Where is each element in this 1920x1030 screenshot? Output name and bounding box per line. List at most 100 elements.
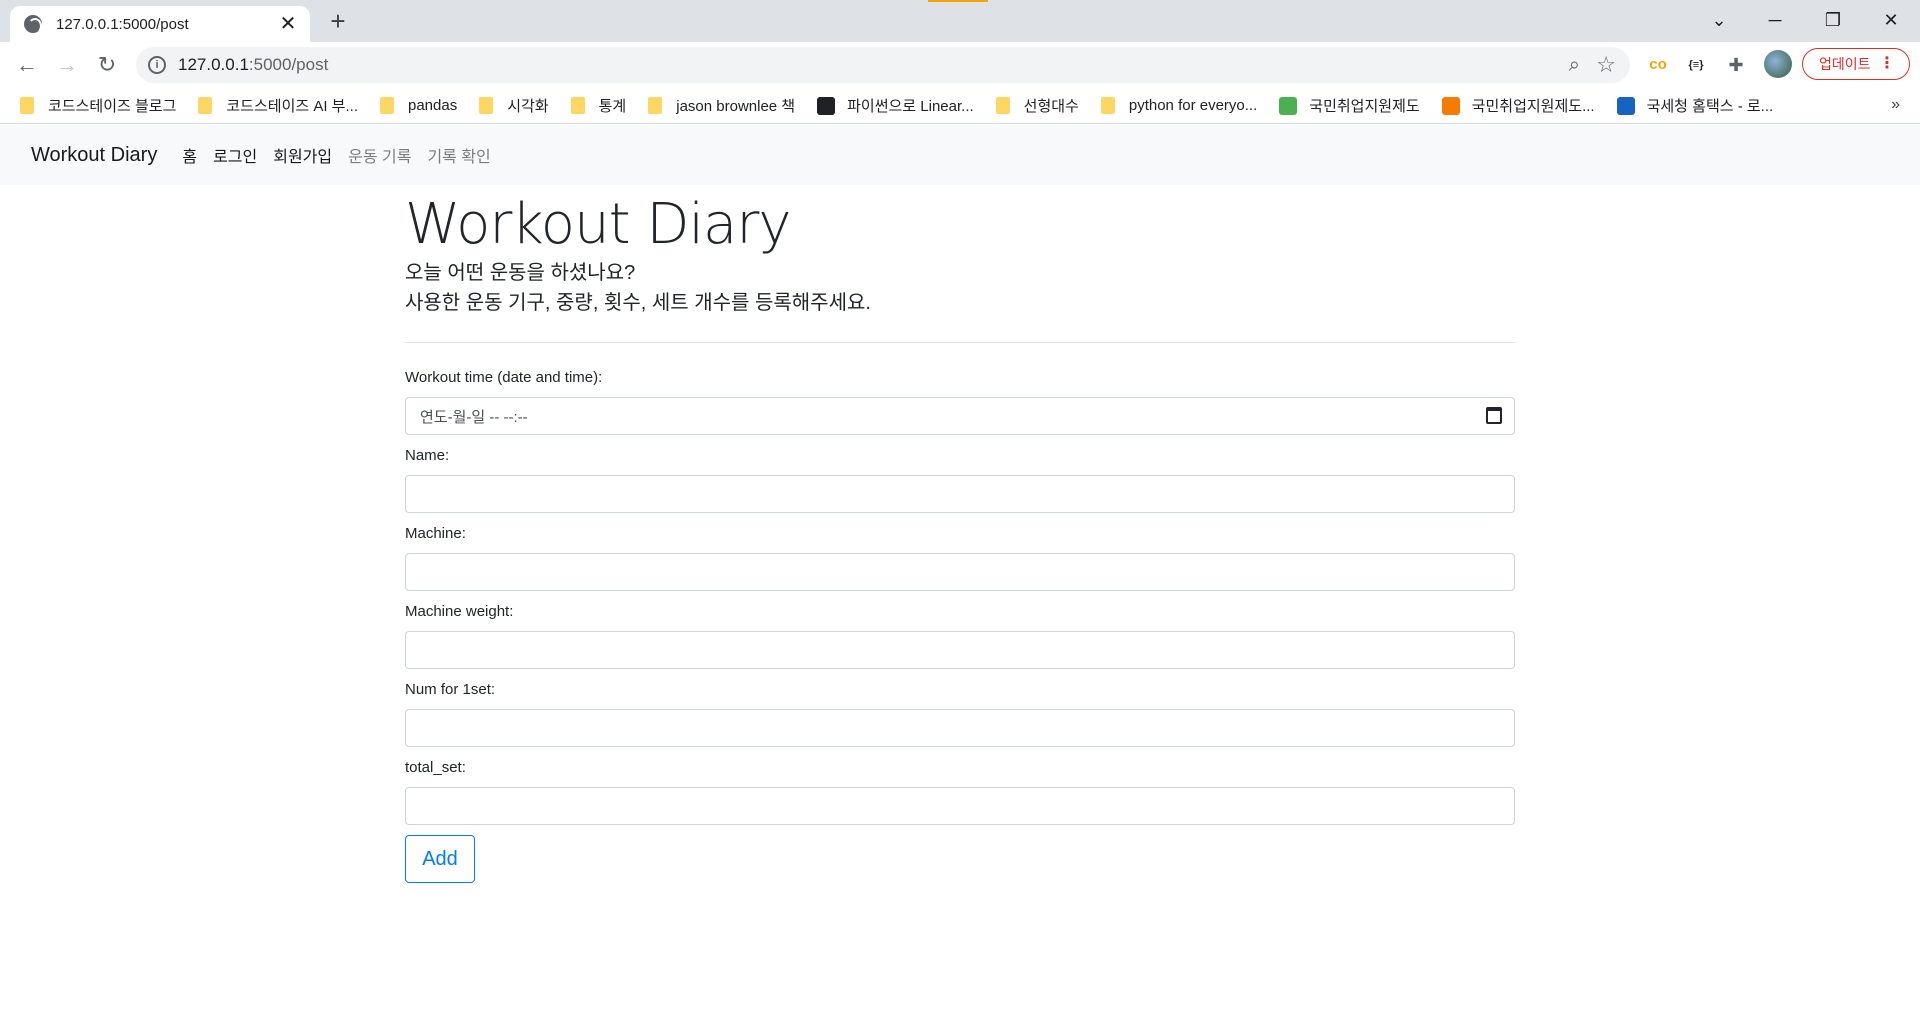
menu-dots-icon: ⋮ xyxy=(1879,55,1895,72)
bookmark-item[interactable]: python for everyo... xyxy=(1100,97,1258,114)
field-label: Machine: xyxy=(405,525,466,543)
main-container: Workout Diary 오늘 어떤 운동을 하셨나요? 사용한 운동 기구,… xyxy=(405,185,1515,884)
bookmarks-bar: 코드스테이즈 블로그 코드스테이즈 AI 부... pandas 시각화 통계 jason… xyxy=(0,88,1920,124)
text-input[interactable] xyxy=(405,787,1515,826)
folder-icon xyxy=(380,97,394,114)
form-group: Machine: xyxy=(405,525,1515,592)
bookmark-item[interactable]: 파이썬으로 Linear... xyxy=(817,95,974,116)
datetime-input[interactable]: 연도-월-일 -- --:-- xyxy=(405,397,1515,436)
colab-extension-icon[interactable]: co xyxy=(1646,54,1670,76)
site-favicon-icon xyxy=(1441,96,1460,115)
field-label: Workout time (date and time): xyxy=(405,369,603,387)
bookmark-item[interactable]: 통계 xyxy=(570,95,627,116)
bookmark-label: 국민취업지원제도... xyxy=(1471,98,1595,115)
field-label: total_set: xyxy=(405,759,466,777)
new-tab-button[interactable]: + xyxy=(324,8,352,36)
bookmark-item[interactable]: 코드스테이즈 AI 부... xyxy=(198,95,358,116)
bookmark-item[interactable]: 코드스테이즈 블로그 xyxy=(20,95,176,116)
bookmark-item[interactable]: jason brownlee 책 xyxy=(648,95,795,116)
folder-icon xyxy=(995,97,1010,114)
bookmark-label: 코드스테이즈 블로그 xyxy=(48,98,177,115)
bookmark-label: 파이썬으로 Linear... xyxy=(847,98,974,115)
bookmarks-more-icon[interactable]: » xyxy=(1891,96,1900,114)
tab-accent-line xyxy=(928,0,988,2)
site-favicon-icon xyxy=(1616,96,1635,115)
input-value: 연도-월-일 -- --:-- xyxy=(420,408,528,426)
nav-link[interactable]: 회원가입 xyxy=(273,143,332,167)
add-button[interactable]: Add xyxy=(405,835,475,884)
browser-tabstrip: 127.0.0.1:5000/post ✕ + ⌄ ─ ❐ ✕ xyxy=(0,0,1920,42)
calendar-icon[interactable] xyxy=(1486,407,1502,425)
bookmark-star-icon[interactable]: ☆ xyxy=(1596,52,1616,78)
nav-link[interactable]: 로그인 xyxy=(213,143,257,167)
nav-link[interactable]: 운동 기록 xyxy=(348,143,411,167)
folder-icon xyxy=(1100,97,1115,114)
update-label: 업데이트 xyxy=(1819,56,1871,72)
browser-toolbar: ← → ↻ i 127.0.0.1:5000/post ⌕ ☆ xyxy=(0,42,1920,88)
minimize-icon[interactable]: ─ xyxy=(1752,6,1798,34)
zoom-icon[interactable]: ⌕ xyxy=(1569,54,1580,77)
bookmark-label: jason brownlee 책 xyxy=(676,98,796,115)
nav-link[interactable]: 기록 확인 xyxy=(427,143,490,167)
field-label: Name: xyxy=(405,447,450,465)
folder-icon xyxy=(20,97,34,114)
profile-avatar[interactable] xyxy=(1764,50,1792,78)
browser-tab[interactable]: 127.0.0.1:5000/post ✕ xyxy=(10,6,310,42)
tab-title: 127.0.0.1:5000/post xyxy=(56,15,189,33)
restore-icon[interactable]: ❐ xyxy=(1810,6,1856,34)
site-favicon-icon xyxy=(817,96,836,115)
nav-link[interactable]: 홈 xyxy=(182,143,197,167)
field-label: Num for 1set: xyxy=(405,681,496,699)
close-icon[interactable]: ✕ xyxy=(278,14,298,34)
form-group: Machine weight: xyxy=(405,603,1515,670)
url-host: 127.0.0.1 xyxy=(178,55,249,74)
form-group: Num for 1set: xyxy=(405,681,1515,748)
site-favicon-icon xyxy=(1279,96,1298,115)
reload-icon[interactable]: ↻ xyxy=(92,50,122,80)
text-input[interactable] xyxy=(405,631,1515,670)
app-navbar: Workout Diary 홈 로그인 회원가입 운동 기록 기록 확인 xyxy=(0,125,1920,185)
bookmark-item[interactable]: 국민취업지원제도... xyxy=(1441,95,1595,116)
globe-icon xyxy=(24,15,42,34)
bookmark-item[interactable]: pandas xyxy=(380,97,457,114)
text-input[interactable] xyxy=(405,475,1515,514)
back-icon[interactable]: ← xyxy=(12,50,42,80)
field-label: Machine weight: xyxy=(405,603,514,621)
navbar-brand[interactable]: Workout Diary xyxy=(31,144,157,167)
bookmark-label: 통계 xyxy=(598,98,627,115)
bookmark-label: 시각화 xyxy=(507,98,549,115)
bookmark-item[interactable]: 시각화 xyxy=(479,95,549,116)
text-input[interactable] xyxy=(405,553,1515,592)
folder-icon xyxy=(198,97,213,114)
tab-search-icon[interactable]: ⌄ xyxy=(1696,6,1742,34)
text-input[interactable] xyxy=(405,709,1515,748)
bookmark-label: pandas xyxy=(408,97,458,114)
form-group: total_set: xyxy=(405,759,1515,826)
bookmark-label: 선형대수 xyxy=(1023,98,1079,115)
bookmark-label: 국민취업지원제도 xyxy=(1309,98,1420,115)
window-close-icon[interactable]: ✕ xyxy=(1868,6,1914,34)
folder-icon xyxy=(479,97,494,114)
lead-line-1: 오늘 어떤 운동을 하셨나요? xyxy=(405,262,636,285)
divider xyxy=(405,342,1515,344)
json-extension-icon[interactable]: {≡} xyxy=(1684,54,1708,76)
page-title: Workout Diary xyxy=(405,192,791,257)
bookmark-label: 국세청 홈택스 - 로... xyxy=(1646,98,1774,115)
form-group: Name: xyxy=(405,447,1515,514)
forward-icon[interactable]: → xyxy=(52,50,82,80)
folder-icon xyxy=(570,97,585,114)
folder-icon xyxy=(648,97,663,114)
bookmark-item[interactable]: 국민취업지원제도 xyxy=(1279,95,1420,116)
url-text: 127.0.0.1:5000/post xyxy=(178,55,328,75)
site-info-icon[interactable]: i xyxy=(148,56,166,74)
bookmark-item[interactable]: 국세청 홈택스 - 로... xyxy=(1616,95,1774,116)
update-button[interactable]: 업데이트 ⋮ xyxy=(1802,48,1910,80)
workout-form: Workout time (date and time): 연도-월-일 -- -… xyxy=(405,369,1515,826)
bookmark-label: 코드스테이즈 AI 부... xyxy=(226,98,358,115)
url-path: :5000/post xyxy=(248,55,329,74)
address-bar[interactable]: i 127.0.0.1:5000/post ⌕ ☆ xyxy=(136,47,1630,83)
extensions-puzzle-icon[interactable]: ✚ xyxy=(1724,54,1748,76)
bookmark-item[interactable]: 선형대수 xyxy=(995,95,1079,116)
form-group: Workout time (date and time): 연도-월-일 -- -… xyxy=(405,369,1515,436)
bookmark-label: python for everyo... xyxy=(1128,97,1258,114)
